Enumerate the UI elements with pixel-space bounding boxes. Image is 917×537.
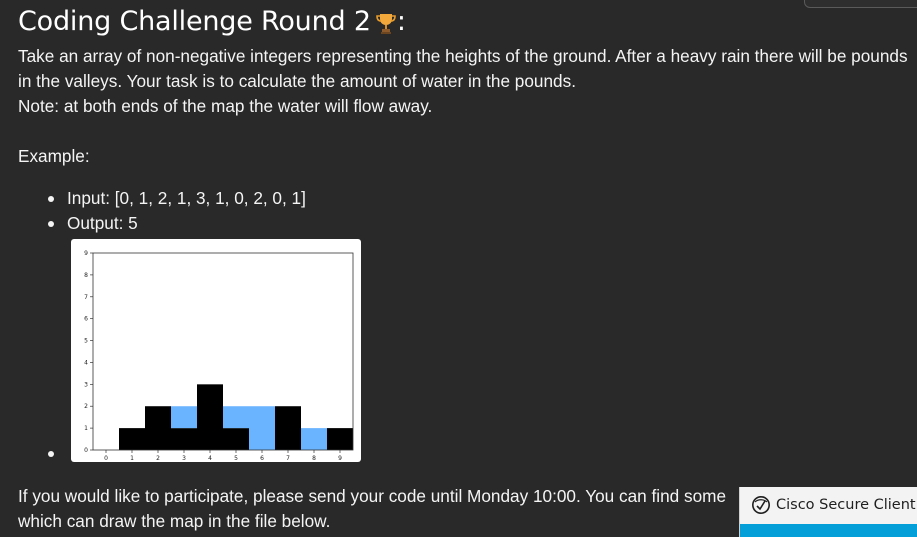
x-tick-label: 8 bbox=[312, 455, 316, 462]
x-tick-label: 0 bbox=[104, 455, 108, 462]
footer-line-2: which can draw the map in the file below… bbox=[18, 511, 331, 531]
ground-bar bbox=[327, 428, 353, 450]
x-tick-label: 6 bbox=[260, 455, 264, 462]
page-title: Coding Challenge Round 2 : bbox=[18, 4, 406, 40]
y-tick-label: 6 bbox=[84, 316, 88, 323]
y-tick-label: 7 bbox=[84, 294, 88, 301]
y-tick-label: 3 bbox=[84, 381, 88, 388]
water-bar bbox=[223, 406, 249, 429]
window-frame-edge bbox=[804, 0, 917, 8]
y-tick-label: 2 bbox=[84, 403, 88, 410]
intro-line-2: in the valleys. Your task is to calculat… bbox=[18, 71, 576, 91]
y-tick-label: 9 bbox=[84, 250, 88, 257]
example-input: Input: [0, 1, 2, 1, 3, 1, 0, 2, 0, 1] bbox=[67, 188, 306, 208]
ground-bar bbox=[145, 406, 171, 450]
x-tick-label: 1 bbox=[130, 455, 134, 462]
y-tick-label: 8 bbox=[84, 272, 88, 279]
cisco-secure-client-notification[interactable]: Cisco Secure Client bbox=[739, 487, 917, 537]
list-item: Input: [0, 1, 2, 1, 3, 1, 0, 2, 0, 1] bbox=[18, 186, 306, 211]
water-bar bbox=[249, 406, 275, 450]
y-tick-label: 1 bbox=[84, 425, 88, 432]
example-output: Output: 5 bbox=[67, 213, 138, 233]
water-bar bbox=[171, 406, 197, 429]
page-title-text: Coding Challenge Round 2 bbox=[18, 6, 371, 37]
ground-bar bbox=[223, 428, 249, 450]
x-tick-label: 7 bbox=[286, 455, 290, 462]
trophy-icon bbox=[375, 10, 397, 36]
y-tick-label: 4 bbox=[84, 359, 88, 366]
example-list: Input: [0, 1, 2, 1, 3, 1, 0, 2, 0, 1] Ou… bbox=[18, 186, 306, 236]
intro-note: Note: at both ends of the map the water … bbox=[18, 96, 433, 116]
ground-bar bbox=[171, 428, 197, 450]
x-tick-label: 2 bbox=[156, 455, 160, 462]
x-tick-label: 3 bbox=[182, 455, 186, 462]
bullet-dot bbox=[48, 196, 54, 202]
example-heading: Example: bbox=[18, 146, 90, 166]
bullet-dot bbox=[48, 451, 54, 457]
list-item: Output: 5 bbox=[18, 211, 306, 236]
water-map-chart: 0 1 2 3 4 5 6 7 8 9 0 1 2 3 4 5 6 7 8 9 bbox=[84, 250, 354, 462]
y-tick-label: 0 bbox=[84, 447, 88, 454]
x-tick-label: 9 bbox=[338, 455, 342, 462]
example-chart-image[interactable]: 0 1 2 3 4 5 6 7 8 9 0 1 2 3 4 5 6 7 8 9 bbox=[71, 239, 361, 462]
notification-accent-bar bbox=[740, 524, 917, 537]
intro-line-1: Take an array of non-negative integers r… bbox=[18, 46, 908, 66]
cisco-logo-icon bbox=[751, 495, 771, 515]
bullet-dot bbox=[48, 221, 54, 227]
water-bar bbox=[301, 428, 327, 450]
ground-bar bbox=[197, 384, 223, 450]
page-title-suffix: : bbox=[396, 6, 406, 37]
x-tick-label: 5 bbox=[234, 455, 238, 462]
y-tick-label: 5 bbox=[84, 338, 88, 345]
x-tick-label: 4 bbox=[208, 455, 212, 462]
footer-line-1: If you would like to participate, please… bbox=[18, 486, 727, 506]
ground-bar bbox=[119, 428, 145, 450]
ground-bar bbox=[275, 406, 301, 450]
notification-label: Cisco Secure Client bbox=[776, 497, 916, 513]
